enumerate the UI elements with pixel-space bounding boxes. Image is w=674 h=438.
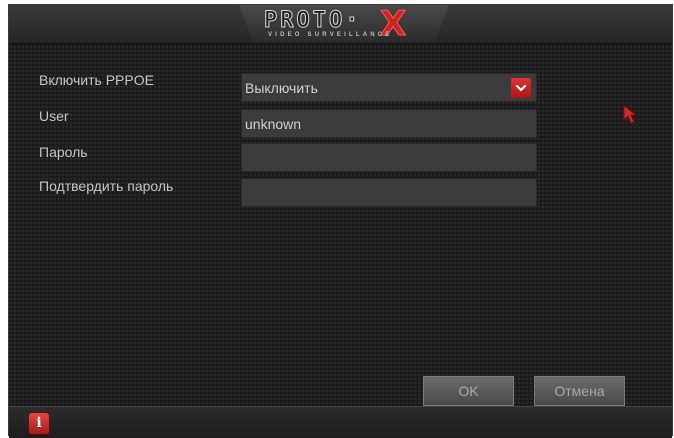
mouse-cursor-icon [623,105,637,124]
ok-button[interactable]: OK [423,376,514,406]
password-label: Пароль [39,144,88,160]
confirm-password-label: Подтвердить пароль [39,178,174,194]
chevron-down-icon[interactable] [511,78,531,98]
logo-subtitle: VIDEO SURVEILLANCE [268,32,393,38]
info-icon[interactable]: i [29,413,49,434]
proto-x-logo: PROTO· X VIDEO SURVEILLANCE [263,4,424,45]
user-input[interactable]: unknown [241,109,537,138]
logo-x-letter: X [379,4,407,45]
confirm-password-input[interactable] [241,178,537,207]
password-input[interactable] [241,143,537,172]
header-bar: PROTO· X VIDEO SURVEILLANCE [9,4,672,45]
user-label: User [39,108,69,124]
pppoe-enable-select[interactable]: Выключить [241,73,537,102]
pppoe-settings-window: PROTO· X VIDEO SURVEILLANCE Включить PPP… [8,4,673,438]
logo-main-text: PROTO· [263,8,362,34]
cancel-button[interactable]: Отмена [534,376,625,406]
pppoe-enable-label: Включить PPPOE [39,72,154,88]
status-bar: i [9,406,672,438]
pppoe-enable-value: Выключить [245,80,318,96]
